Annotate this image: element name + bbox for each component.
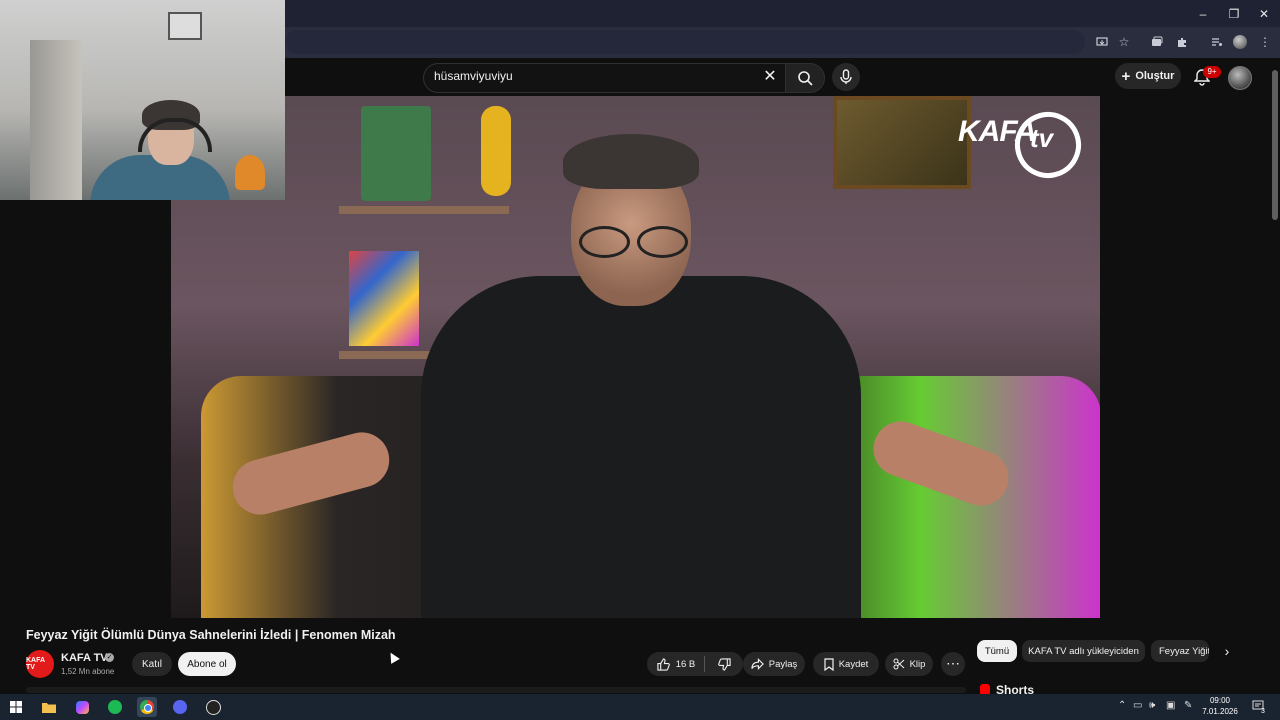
star-icon[interactable]: ☆ <box>1114 32 1134 52</box>
media-icon[interactable] <box>1207 32 1227 52</box>
video-person-hair <box>563 134 699 189</box>
thumbs-up-icon <box>657 657 670 671</box>
discord-icon[interactable] <box>170 697 190 717</box>
display-icon[interactable]: ▣ <box>1166 700 1175 711</box>
video-player[interactable] <box>171 96 1100 618</box>
webcam-lamp <box>235 155 265 190</box>
spotify-icon[interactable] <box>105 697 125 717</box>
subscribe-button[interactable]: Abone ol <box>178 652 236 676</box>
channel-avatar[interactable]: KAFA TV <box>26 650 54 678</box>
chrome-icon[interactable] <box>137 697 157 717</box>
like-count: 16 B <box>675 658 696 670</box>
save-label: Kaydet <box>838 658 869 670</box>
tab-search-icon[interactable] <box>1147 32 1167 52</box>
create-button[interactable]: + Oluştur <box>1115 63 1181 89</box>
search-query: hüsamviyuviyu <box>434 69 513 83</box>
video-shelf <box>339 206 509 214</box>
search-icon <box>798 71 813 86</box>
join-button[interactable]: Katıl <box>132 652 172 676</box>
video-book <box>361 106 431 201</box>
mouse-cursor-icon <box>386 650 400 664</box>
account-avatar[interactable] <box>1228 66 1252 90</box>
chevron-right-icon[interactable]: › <box>1218 642 1236 660</box>
close-icon: ✕ <box>1258 6 1270 21</box>
bookmark-icon <box>824 657 834 671</box>
create-label: Oluştur <box>1135 70 1175 82</box>
pen-icon[interactable]: ✎ <box>1184 700 1192 711</box>
clock-time: 09:00 <box>1209 696 1231 705</box>
clip-button[interactable]: Klip <box>885 652 933 676</box>
video-glasses <box>637 226 688 258</box>
subscriber-count: 1,52 Mn abone <box>61 667 115 676</box>
clock-date: 7.01.2026 <box>1202 707 1238 716</box>
taskbar-clock[interactable]: 09:00 7.01.2026 <box>1200 695 1240 717</box>
like-button[interactable]: 16 B <box>647 652 705 676</box>
close-window-button[interactable]: ✕ <box>1249 0 1279 27</box>
scissors-icon <box>893 658 904 670</box>
chip-all[interactable]: Tümü <box>977 640 1017 662</box>
copilot-icon[interactable] <box>72 697 92 717</box>
video-person-body <box>421 276 861 618</box>
address-bar[interactable] <box>285 30 1085 54</box>
chip-feyyaz-yigit[interactable]: Feyyaz Yiğit <box>1151 640 1209 662</box>
extensions-icon[interactable] <box>1172 32 1192 52</box>
more-actions-button[interactable]: ⋯ <box>941 652 965 676</box>
install-icon[interactable] <box>1092 32 1112 52</box>
restore-icon: ❐ <box>1228 6 1240 21</box>
webcam-wardrobe <box>30 40 82 200</box>
logo-tv-text: tv <box>1030 123 1054 153</box>
video-statue <box>481 106 511 196</box>
thumbs-down-icon <box>717 657 731 671</box>
verified-badge-icon: ✓ <box>105 653 114 662</box>
restore-button[interactable]: ❐ <box>1219 0 1249 27</box>
description-box-edge <box>26 687 966 693</box>
dislike-button[interactable] <box>705 652 743 676</box>
video-title: Feyyaz Yiğit Ölümlü Dünya Sahnelerini İz… <box>26 628 396 642</box>
chip-from-uploader[interactable]: KAFA TV adlı yükleyiciden <box>1022 640 1145 662</box>
channel-name[interactable]: KAFA TV <box>61 652 108 664</box>
network-icon[interactable]: ▭ <box>1133 700 1142 711</box>
video-glasses <box>579 226 630 258</box>
share-icon <box>751 658 764 670</box>
page-scrollbar[interactable] <box>1272 70 1278 220</box>
webcam-overlay <box>0 0 285 200</box>
minimize-icon: – <box>1199 6 1207 21</box>
browser-menu-icon[interactable]: ⋮ <box>1255 32 1275 52</box>
video-painting <box>833 96 971 189</box>
obs-icon[interactable] <box>203 697 223 717</box>
microphone-icon <box>840 69 852 84</box>
profile-icon[interactable] <box>1230 32 1250 52</box>
chevron-up-icon[interactable]: ⌃ <box>1118 700 1126 711</box>
plus-icon: + <box>1121 67 1131 85</box>
webcam-picture-frame <box>168 12 202 40</box>
minimize-button[interactable]: – <box>1188 0 1218 27</box>
share-label: Paylaş <box>768 658 798 670</box>
notification-badge: 9+ <box>1203 66 1221 78</box>
windows-taskbar <box>0 694 1280 720</box>
voice-search-button[interactable] <box>832 63 860 91</box>
search-button[interactable] <box>785 63 825 93</box>
save-button[interactable]: Kaydet <box>813 652 879 676</box>
video-book <box>349 251 419 346</box>
volume-icon[interactable]: 🕪 <box>1149 700 1155 711</box>
share-button[interactable]: Paylaş <box>743 652 805 676</box>
start-icon[interactable] <box>6 697 26 717</box>
file-explorer-icon[interactable] <box>39 697 59 717</box>
clip-label: Klip <box>909 658 926 670</box>
notification-count: 3 <box>1261 708 1265 715</box>
clear-search-icon[interactable]: ✕ <box>762 67 778 87</box>
